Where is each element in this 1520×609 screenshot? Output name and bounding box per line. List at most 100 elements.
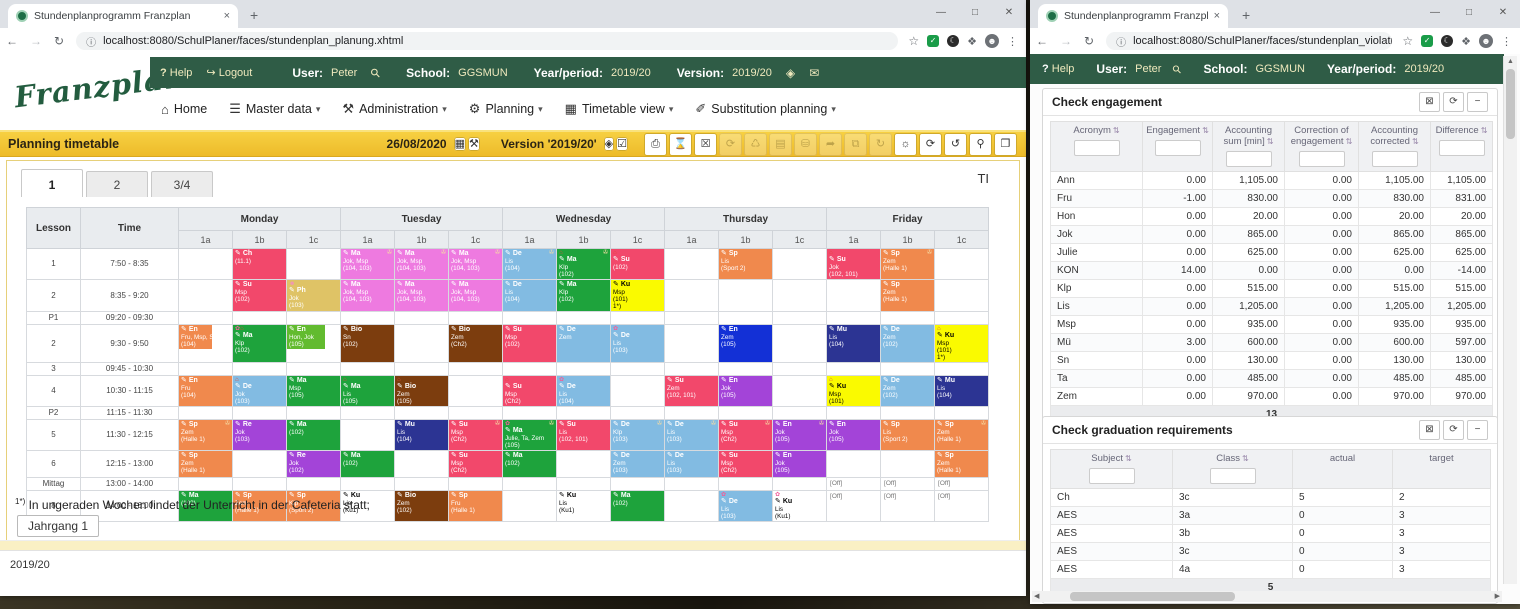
vertical-scrollbar[interactable]: ▲ [1503, 56, 1517, 584]
refresh-button[interactable]: ⟳ [1443, 420, 1464, 440]
back-icon[interactable]: ← [6, 34, 18, 48]
timetable-cell-empty[interactable] [881, 450, 935, 477]
table-row[interactable]: Ta0.00485.000.00485.00485.00 [1051, 370, 1493, 388]
timetable-cell-empty[interactable] [611, 477, 665, 490]
timetable-cell-off[interactable]: [Off] [827, 477, 881, 490]
timetable-cell-empty[interactable] [503, 477, 557, 490]
timetable-cell[interactable]: ✎ EnZem(105) [719, 324, 773, 362]
timetable-cell-empty[interactable] [233, 362, 287, 375]
timetable-cell-empty[interactable] [341, 477, 395, 490]
adblock-extension-icon[interactable]: ✓ [1421, 35, 1433, 47]
filter-input[interactable] [1089, 468, 1135, 484]
tools-button[interactable]: ⚒ [468, 137, 480, 151]
timetable-cell[interactable]: ✎ DeLis(104) [503, 279, 557, 311]
timetable-cell[interactable]: ✇✎ EnJok(105) [773, 419, 827, 450]
reload-button[interactable]: ⟳ [919, 133, 942, 156]
nav-item-planning[interactable]: ⚙Planning▾ [469, 101, 543, 117]
calendar-button[interactable]: ▦ [454, 137, 466, 151]
timetable-cell-empty[interactable] [395, 450, 449, 477]
extensions-puzzle-icon[interactable]: ❖ [967, 35, 977, 48]
filter-input[interactable] [1155, 140, 1201, 156]
timetable-cell-empty[interactable] [827, 311, 881, 324]
timetable-cell-empty[interactable] [665, 279, 719, 311]
timetable-cell[interactable]: ⌂✎ SuMsp(Ch2) [503, 375, 557, 406]
timetable-cell-empty[interactable] [665, 324, 719, 362]
timetable-cell[interactable]: ✎ BioZem(Ch2) [449, 324, 503, 362]
timetable-cell[interactable]: ⌂✎ KuMsp(101)1*) [935, 324, 989, 362]
timetable-cell[interactable]: ⌂✎ SuJok(102, 101) [827, 249, 881, 280]
timetable-cell[interactable]: ✎ MaJok, Msp(104, 103) [449, 279, 503, 311]
address-field[interactable]: ⓘ localhost:8080/SchulPlaner/faces/stund… [76, 32, 898, 50]
timetable-cell-empty[interactable] [665, 249, 719, 280]
table-row[interactable]: KON14.000.000.000.00-14.00 [1051, 262, 1493, 280]
timetable-cell-empty[interactable] [233, 477, 287, 490]
site-info-icon[interactable]: ⓘ [1116, 34, 1126, 49]
timetable-cell-empty[interactable] [665, 490, 719, 521]
tab-2[interactable]: 2 [86, 171, 148, 197]
timetable-cell-empty[interactable] [179, 311, 233, 324]
tag-icon[interactable]: ◈ [786, 66, 795, 80]
timetable-cell[interactable]: ✿✎ DeLis(103) [719, 490, 773, 521]
table-row[interactable]: AES3a03 [1051, 507, 1491, 525]
timetable-cell[interactable]: ⌂✎ MaLis(105) [341, 375, 395, 406]
timetable-cell[interactable]: ✎ SuMsp(Ch2) [449, 450, 503, 477]
timetable-cell-empty[interactable] [395, 311, 449, 324]
timetable-cell-off[interactable]: [Off] [935, 477, 989, 490]
timetable-cell[interactable]: ✇✎ MaJok, Msp(104, 103) [395, 249, 449, 280]
table-row[interactable]: Ch3c52 [1051, 489, 1491, 507]
timetable-cell[interactable]: ⌂✎ BioZem(105) [395, 375, 449, 406]
bookmark-star-icon[interactable]: ☆ [1402, 34, 1413, 48]
timetable-cell[interactable]: ✎ BioSn(102) [341, 324, 395, 362]
timetable-cell-empty[interactable] [233, 406, 287, 419]
timetable-cell-empty[interactable] [179, 279, 233, 311]
adblock-extension-icon[interactable]: ✓ [927, 35, 939, 47]
address-field[interactable]: ⓘ localhost:8080/SchulPlaner/faces/stund… [1106, 32, 1392, 50]
timetable-cell[interactable]: ✎ BioZem(102) [395, 490, 449, 521]
timetable-cell-empty[interactable] [449, 375, 503, 406]
timetable-cell[interactable]: ✎ Ma(102) [287, 419, 341, 450]
table-row[interactable]: Mü3.00600.000.00600.00597.00 [1051, 334, 1493, 352]
timetable-cell-empty[interactable] [287, 477, 341, 490]
timetable-cell-empty[interactable] [287, 362, 341, 375]
column-header-acronym[interactable]: Acronym⇅ [1051, 122, 1143, 172]
sort-icon[interactable]: ⇅ [1113, 126, 1120, 135]
timetable-cell-empty[interactable] [773, 311, 827, 324]
minimize-button[interactable]: — [1418, 0, 1452, 28]
timetable-cell-split[interactable]: ✎ EnFru, Msp, Sn(104) [179, 324, 233, 362]
new-tab-button[interactable]: + [250, 7, 258, 23]
table-row[interactable]: Ann0.001,105.000.001,105.001,105.00 [1051, 172, 1493, 190]
browser-tab[interactable]: Stundenplanprogramm Franzplan × [8, 4, 238, 28]
nav-item-home[interactable]: ⌂Home [161, 102, 207, 117]
search-icon[interactable]: ⚲ [368, 64, 384, 80]
jahrgang-button[interactable]: Jahrgang 1 [17, 515, 99, 537]
search-icon[interactable]: ⚲ [1170, 62, 1185, 77]
timetable-cell[interactable]: ✎ SpZem(Halle 1) [179, 450, 233, 477]
timetable-cell[interactable]: ✎ Ma(102) [341, 450, 395, 477]
timetable-cell-empty[interactable] [503, 406, 557, 419]
browser-tab[interactable]: Stundenplanprogramm Franzplan × [1038, 4, 1228, 28]
timetable-cell-empty[interactable] [773, 477, 827, 490]
horizontal-scrollbar[interactable]: ◀ ▶ [1032, 591, 1502, 602]
sort-icon[interactable]: ⇅ [1346, 137, 1353, 146]
timetable-cell-empty[interactable] [935, 406, 989, 419]
timetable-cell[interactable]: ⌂✎ DeJok(103) [233, 375, 287, 406]
timetable-cell-empty[interactable] [287, 406, 341, 419]
timetable-cell-empty[interactable] [881, 311, 935, 324]
timetable-cell[interactable]: ✎ MuLis(104) [395, 419, 449, 450]
table-row[interactable]: Zem0.00970.000.00970.00970.00 [1051, 388, 1493, 406]
timetable-cell[interactable]: ✎ DeZem(102) [881, 375, 935, 406]
filter-input[interactable] [1372, 151, 1418, 167]
nav-item-master-data[interactable]: ☰Master data▾ [229, 101, 320, 117]
column-header-difference[interactable]: Difference⇅ [1431, 122, 1493, 172]
timetable-cell[interactable]: ✎ SpLis(Sport 2) [719, 249, 773, 280]
timetable-cell-empty[interactable] [557, 450, 611, 477]
timetable-cell-empty[interactable] [503, 490, 557, 521]
print-button[interactable]: ⎙ [644, 133, 667, 156]
timetable-cell-empty[interactable] [719, 362, 773, 375]
timetable-cell[interactable]: ✎ SuZem(102, 101) [665, 375, 719, 406]
timetable-cell-empty[interactable] [827, 406, 881, 419]
timetable-cell[interactable]: ✎ KuLis(Ku1) [557, 490, 611, 521]
timetable-cell[interactable]: ✎ MaMsp(105) [287, 375, 341, 406]
timetable-cell[interactable]: ✇✎ SpZem(Halle 1) [881, 249, 935, 280]
timetable-cell-empty[interactable] [179, 362, 233, 375]
